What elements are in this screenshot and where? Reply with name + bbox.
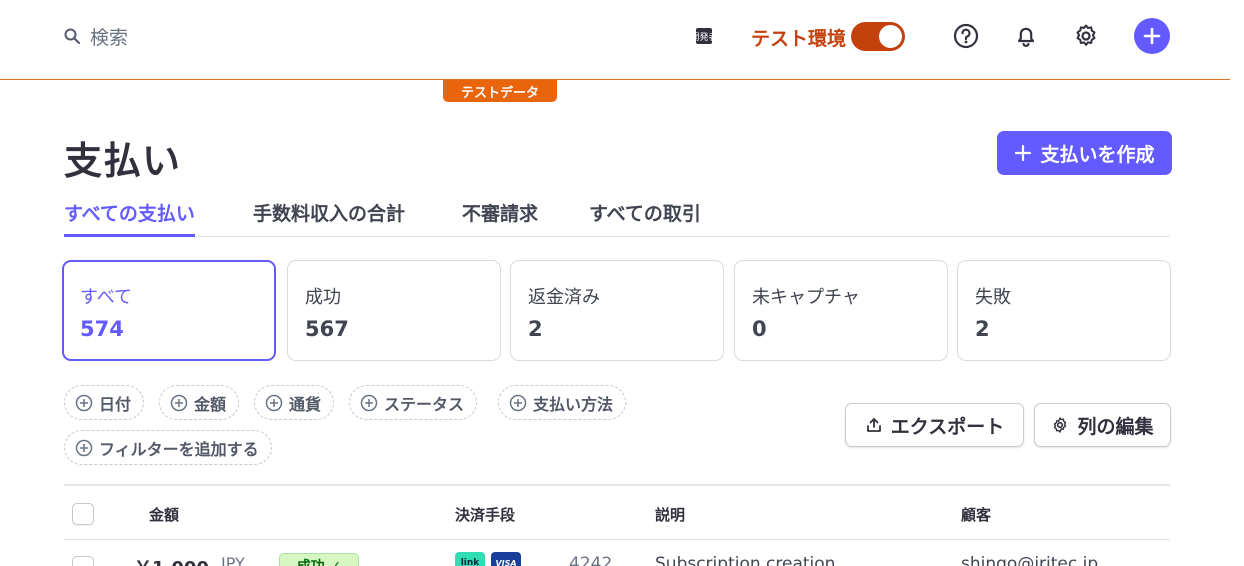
column-header-description[interactable]: 説明 bbox=[655, 504, 685, 525]
search-icon bbox=[64, 28, 80, 44]
top-bar: 検索 開発者 テスト環境 bbox=[0, 0, 1230, 80]
tab-all-payments[interactable]: すべての支払い bbox=[64, 196, 195, 237]
status-card-label: 返金済み bbox=[528, 287, 600, 308]
status-card-all[interactable]: すべて 574 bbox=[62, 260, 276, 361]
column-header-payment-method[interactable]: 決済手段 bbox=[455, 504, 515, 525]
plus-icon bbox=[1143, 27, 1161, 45]
status-card-failed[interactable]: 失敗 2 bbox=[957, 260, 1171, 361]
status-card-count: 0 bbox=[752, 317, 767, 341]
filter-label: 金額 bbox=[194, 394, 227, 414]
filter-amount[interactable]: 金額 bbox=[159, 385, 240, 420]
gear-icon bbox=[1054, 417, 1067, 433]
tab-all-transactions[interactable]: すべての取引 bbox=[589, 196, 701, 237]
row-amount: ￥1,000 bbox=[134, 554, 209, 566]
row-currency: JPY bbox=[221, 554, 245, 566]
help-icon bbox=[953, 23, 979, 49]
column-header-customer[interactable]: 顧客 bbox=[961, 504, 991, 525]
select-all-checkbox[interactable] bbox=[72, 503, 94, 525]
filter-label: 日付 bbox=[99, 394, 132, 414]
developers-button[interactable]: 開発者 bbox=[690, 26, 718, 46]
plus-circle-icon bbox=[75, 439, 93, 456]
table-row[interactable]: ￥1,000 JPY 成功 ✓ link VISA 4242 Subscript… bbox=[64, 540, 1170, 566]
filter-date[interactable]: 日付 bbox=[64, 385, 145, 420]
add-filter-button[interactable]: フィルターを追加する bbox=[64, 430, 272, 465]
plus-circle-icon bbox=[360, 394, 378, 411]
developers-label: 開発者 bbox=[694, 31, 714, 43]
plus-circle-icon bbox=[265, 394, 283, 411]
export-icon bbox=[866, 418, 881, 432]
test-mode-toggle[interactable] bbox=[851, 22, 905, 51]
tab-disputes[interactable]: 不審請求 bbox=[462, 196, 538, 237]
status-card-label: すべて bbox=[80, 287, 133, 308]
status-badge: 成功 ✓ bbox=[279, 553, 359, 566]
status-card-count: 567 bbox=[305, 317, 349, 341]
status-card-count: 574 bbox=[80, 317, 124, 341]
search-placeholder: 検索 bbox=[90, 26, 129, 49]
page-title: 支払い bbox=[64, 139, 182, 183]
plus-circle-icon bbox=[170, 394, 188, 411]
settings-button[interactable] bbox=[1072, 22, 1100, 50]
column-header-amount[interactable]: 金額 bbox=[149, 504, 179, 525]
row-checkbox[interactable] bbox=[72, 556, 94, 566]
edit-columns-label: 列の編集 bbox=[1077, 415, 1154, 438]
export-label: エクスポート bbox=[890, 415, 1005, 438]
plus-circle-icon bbox=[75, 394, 93, 411]
link-logo: link bbox=[455, 552, 485, 566]
bell-icon bbox=[1017, 27, 1035, 47]
edit-columns-button[interactable]: 列の編集 bbox=[1034, 403, 1171, 447]
status-card-uncaptured[interactable]: 未キャプチャ 0 bbox=[734, 260, 948, 361]
status-card-refunded[interactable]: 返金済み 2 bbox=[510, 260, 724, 361]
status-card-count: 2 bbox=[528, 317, 543, 341]
filter-label: ステータス bbox=[384, 394, 465, 414]
filter-payment-method[interactable]: 支払い方法 bbox=[498, 385, 627, 420]
create-payment-button[interactable]: 支払いを作成 bbox=[997, 131, 1172, 175]
row-card-last4: 4242 bbox=[569, 554, 613, 566]
tab-bar: すべての支払い 手数料収入の合計 不審請求 すべての取引 bbox=[64, 196, 1170, 237]
status-card-count: 2 bbox=[975, 317, 990, 341]
search-box[interactable]: 検索 bbox=[64, 22, 304, 50]
status-card-label: 未キャプチャ bbox=[752, 287, 860, 308]
visa-logo: VISA bbox=[491, 552, 521, 566]
row-description: Subscription creation bbox=[655, 554, 836, 566]
filter-label: 支払い方法 bbox=[533, 394, 614, 414]
table-header: 金額 決済手段 説明 顧客 bbox=[64, 484, 1170, 540]
status-card-label: 失敗 bbox=[975, 287, 1011, 308]
row-customer-email[interactable]: shingo@iritec.jp bbox=[961, 554, 1098, 566]
developers-icon: 開発者 bbox=[690, 28, 718, 44]
gear-icon bbox=[1076, 24, 1096, 46]
status-card-label: 成功 bbox=[305, 287, 341, 308]
tab-fee-revenue[interactable]: 手数料収入の合計 bbox=[253, 196, 405, 237]
test-data-badge: テストデータ bbox=[443, 80, 557, 102]
plus-icon bbox=[1015, 144, 1032, 162]
filter-currency[interactable]: 通貨 bbox=[254, 385, 335, 420]
filter-status[interactable]: ステータス bbox=[349, 385, 478, 420]
export-button[interactable]: エクスポート bbox=[845, 403, 1024, 447]
help-button[interactable] bbox=[952, 22, 980, 50]
plus-circle-icon bbox=[509, 394, 527, 411]
toggle-knob bbox=[879, 25, 902, 48]
status-card-succeeded[interactable]: 成功 567 bbox=[287, 260, 501, 361]
quick-create-button[interactable] bbox=[1134, 18, 1170, 54]
create-payment-label: 支払いを作成 bbox=[1040, 143, 1155, 166]
notifications-button[interactable] bbox=[1012, 22, 1040, 50]
filter-label: 通貨 bbox=[289, 394, 322, 414]
filter-label: フィルターを追加する bbox=[99, 439, 259, 459]
test-environment-label: テスト環境 bbox=[751, 28, 847, 50]
